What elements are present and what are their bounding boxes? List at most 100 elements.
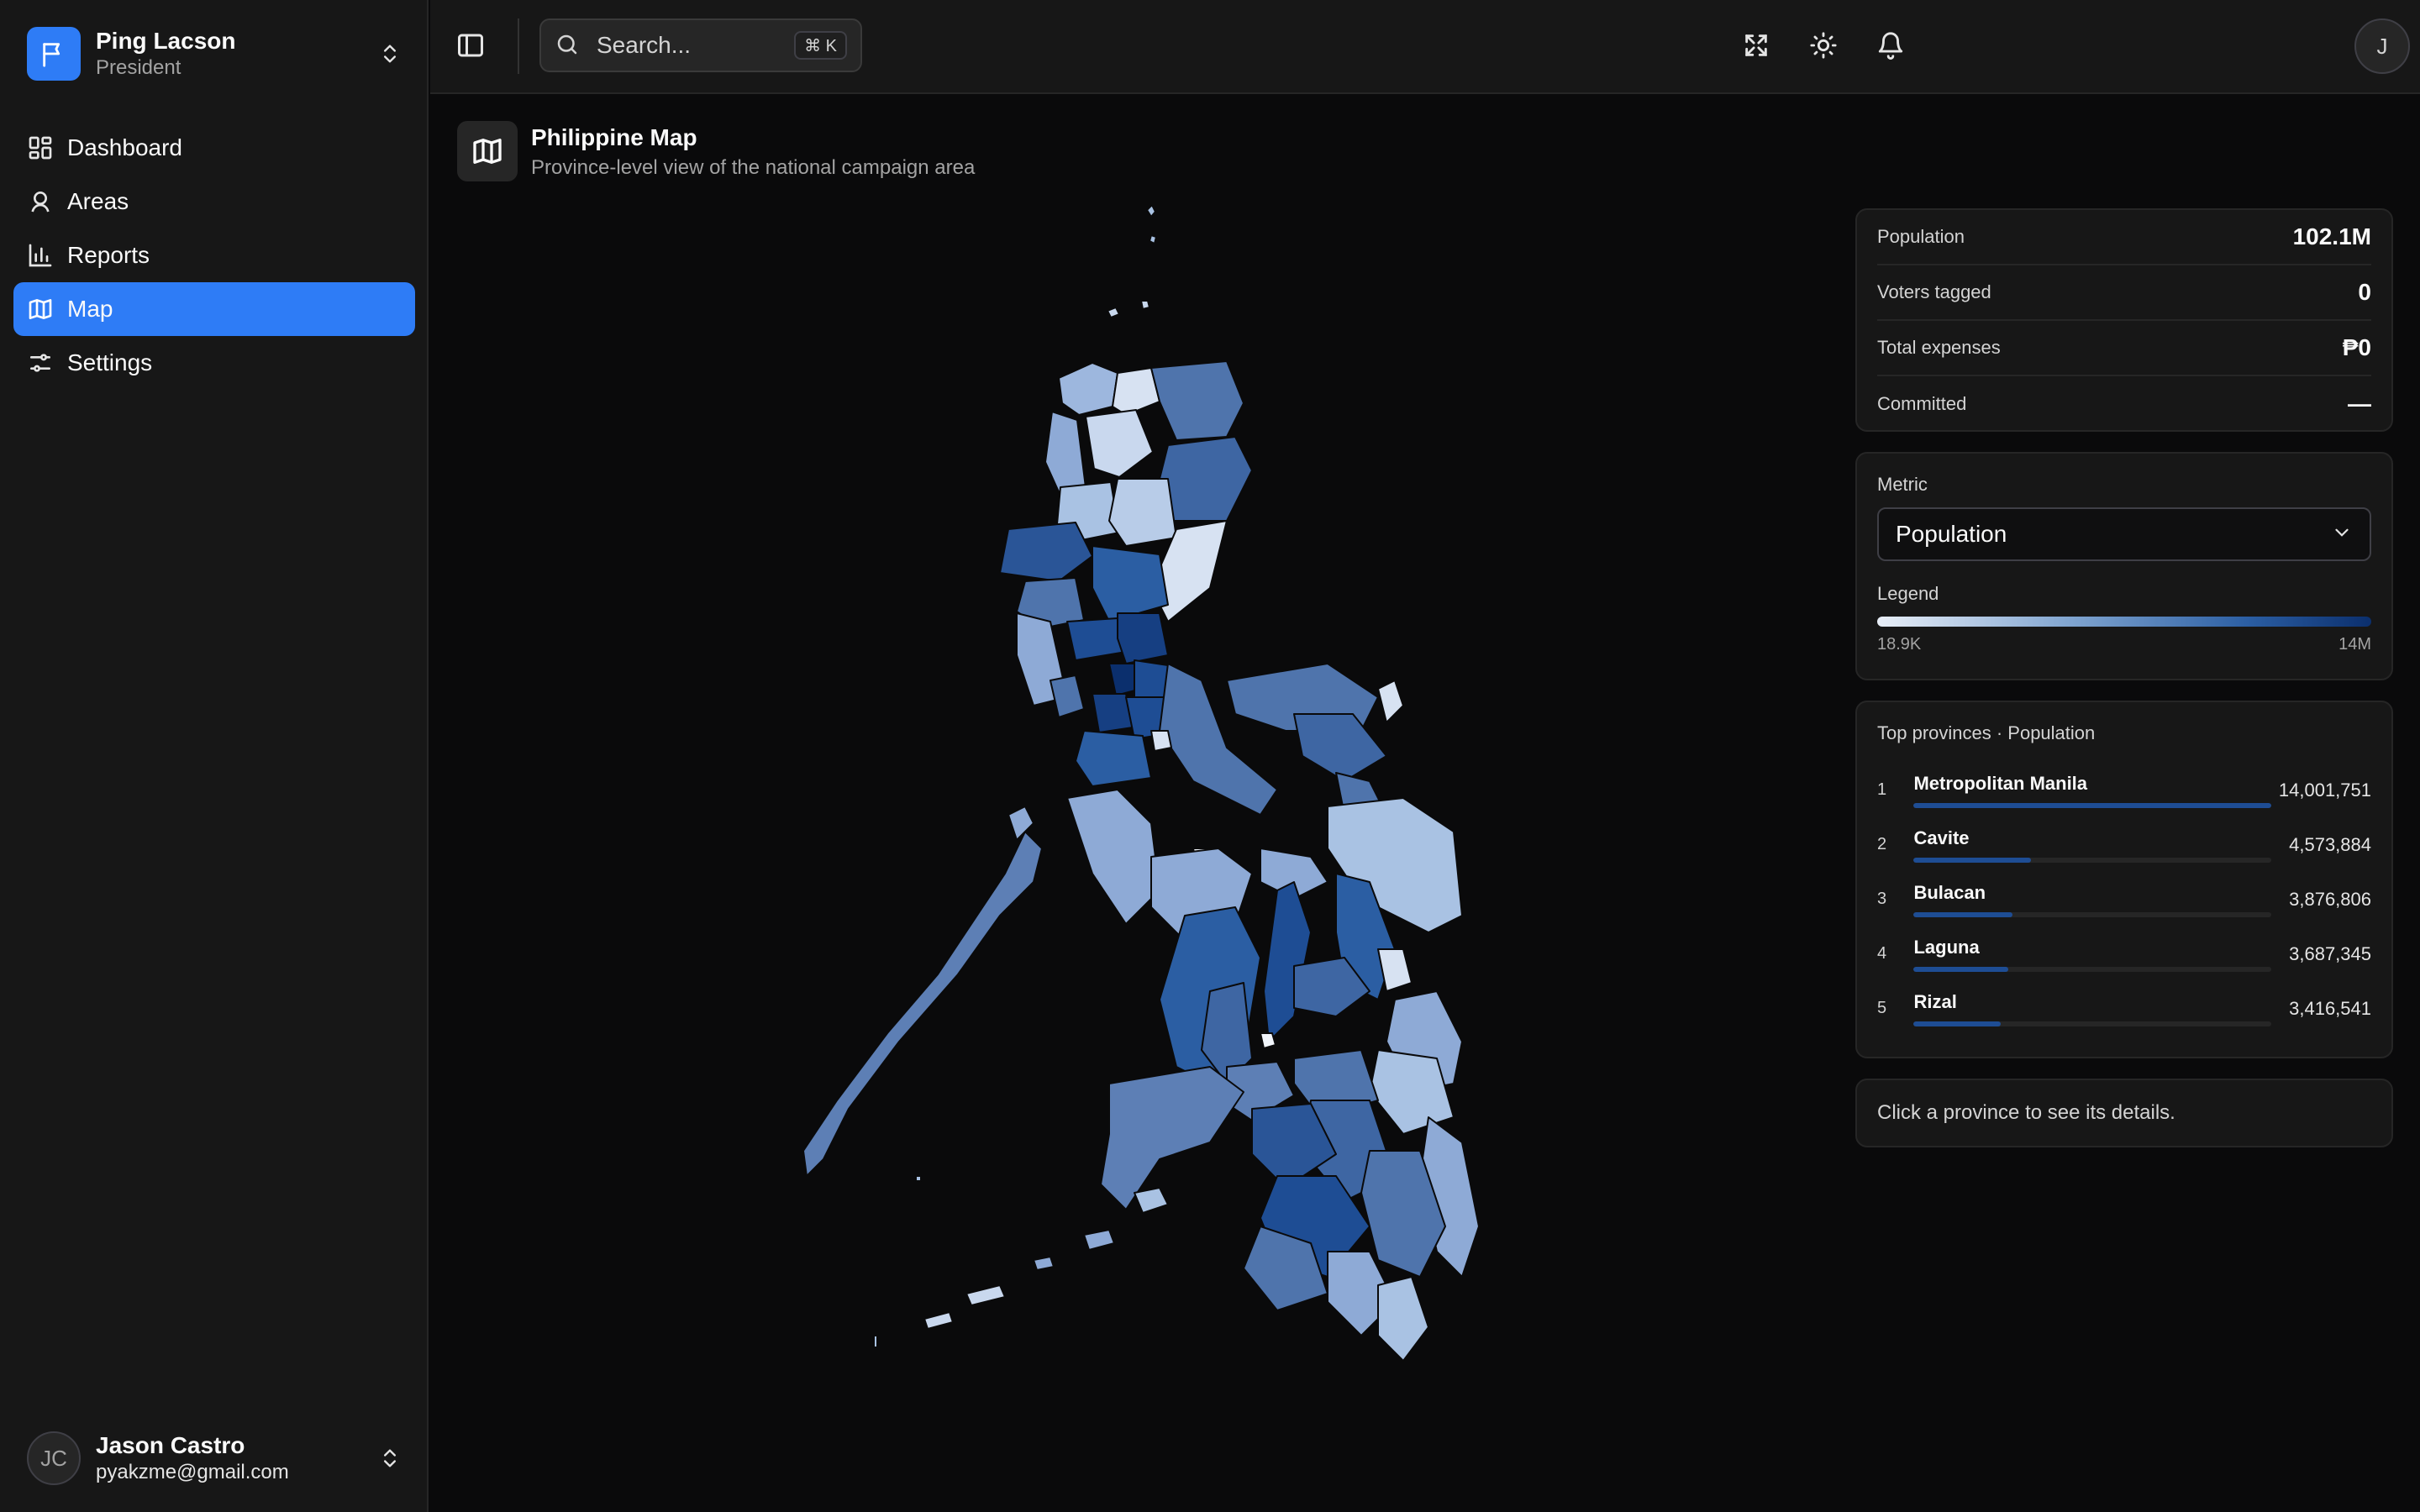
province-bar-track <box>1913 802 2272 808</box>
legend-min: 18.9K <box>1877 635 1922 654</box>
search-icon <box>555 32 581 59</box>
nav-item-settings[interactable]: Settings <box>13 336 415 390</box>
nav-label: Dashboard <box>67 134 182 160</box>
metric-selected-value: Population <box>1896 521 2007 547</box>
avatar: JC <box>27 1431 81 1485</box>
stat-row-committed: Committed — <box>1877 376 2371 432</box>
province-marinduque <box>1150 730 1172 752</box>
team-switcher[interactable]: Ping Lacson President <box>13 15 415 92</box>
province-palawan <box>802 831 1043 1177</box>
search-placeholder: Search... <box>597 32 692 58</box>
dashboard-icon <box>27 134 54 161</box>
stat-label: Total expenses <box>1877 337 2001 358</box>
sidebar-toggle-icon[interactable] <box>455 30 489 64</box>
legend-max: 14M <box>2338 635 2371 654</box>
province-row[interactable]: 1 Metropolitan Manila 14,001,751 <box>1877 763 2371 817</box>
legend-label: Legend <box>1877 583 1939 604</box>
province-sarangani <box>1377 1276 1429 1362</box>
stat-value: 102.1M <box>2292 223 2371 249</box>
province-batanes <box>1146 204 1157 244</box>
metric-label: Metric <box>1877 474 1928 495</box>
province-row[interactable]: 4 Laguna 3,687,345 <box>1877 927 2371 981</box>
province-zamboanga <box>1100 1066 1244 1210</box>
province-ifugao-nueva-vizcaya <box>1108 478 1177 547</box>
province-value: 14,001,751 <box>2278 779 2371 801</box>
header-avatar[interactable]: J <box>2354 18 2410 74</box>
stat-label: Committed <box>1877 393 1967 414</box>
metric-panel: Metric Population Legend 18.9K 14M <box>1855 452 2393 680</box>
search-input[interactable]: Search... ⌘ K <box>539 18 862 72</box>
province-babuyan <box>1107 300 1150 318</box>
province-value: 3,416,541 <box>2289 997 2371 1019</box>
user-menu[interactable]: JC Jason Castro pyakzme@gmail.com <box>13 1420 415 1497</box>
province-rank: 5 <box>1877 999 1887 1017</box>
metric-select[interactable]: Population <box>1877 507 2371 561</box>
legend-gradient-bar <box>1877 617 2371 627</box>
sidebar: Ping Lacson President Dashboard Areas Re… <box>0 0 429 1512</box>
province-abra-kalinga <box>1085 409 1154 478</box>
province-value: 4,573,884 <box>2289 833 2371 855</box>
province-ilocos-sur <box>1044 411 1086 496</box>
province-bar-track <box>1913 966 2272 972</box>
chevrons-up-down-icon <box>378 42 402 66</box>
province-catanduanes <box>1377 680 1404 723</box>
province-bar-fill <box>1913 857 2031 863</box>
province-rank: 1 <box>1877 780 1887 799</box>
chevron-down-icon <box>2331 522 2353 548</box>
province-nueva-ecija <box>1092 545 1169 622</box>
province-rizal <box>1134 659 1169 700</box>
province-bar-fill <box>1913 911 2013 917</box>
province-name: Laguna <box>1913 936 1980 958</box>
province-bar-fill <box>1913 802 2272 808</box>
top-provinces-panel: Top provinces · Population 1 Metropolita… <box>1855 701 2393 1058</box>
top-provinces-title: Top provinces · Population <box>1877 722 2096 743</box>
province-row[interactable]: 3 Bulacan 3,876,806 <box>1877 872 2371 927</box>
stat-value: ₱0 <box>2342 334 2371 360</box>
province-row[interactable]: 5 Rizal 3,416,541 <box>1877 981 2371 1036</box>
stat-row-voters-tagged: Voters tagged 0 <box>1877 265 2371 321</box>
stat-label: Population <box>1877 226 1965 247</box>
province-name: Cavite <box>1913 827 1970 848</box>
hint-text: Click a province to see its details. <box>1877 1101 2175 1124</box>
province-details-hint: Click a province to see its details. <box>1855 1079 2393 1147</box>
flag-icon <box>27 27 81 81</box>
province-bar-fill <box>1913 966 2008 972</box>
province-bar-track <box>1913 911 2272 917</box>
main-nav: Dashboard Areas Reports Map Settings <box>13 121 415 390</box>
notifications-button[interactable] <box>1869 25 1912 69</box>
province-isabela <box>1159 436 1253 522</box>
nav-label: Map <box>67 296 113 322</box>
province-camarines-sur <box>1293 713 1387 782</box>
map-icon <box>457 121 518 181</box>
nav-item-reports[interactable]: Reports <box>13 228 415 282</box>
nav-item-areas[interactable]: Areas <box>13 175 415 228</box>
fullscreen-button[interactable] <box>1734 25 1778 69</box>
province-small-islet <box>873 1175 922 1348</box>
stat-value: 0 <box>2358 279 2371 305</box>
user-name: Jason Castro <box>96 1432 245 1458</box>
province-cagayan <box>1150 360 1244 441</box>
stat-label: Voters tagged <box>1877 281 1991 302</box>
province-name: Bulacan <box>1913 881 1986 903</box>
keyboard-shortcut: ⌘ K <box>794 31 847 60</box>
philippine-map[interactable] <box>756 193 1512 1369</box>
top-provinces-list: 1 Metropolitan Manila 14,001,751 2 Cavit… <box>1877 763 2371 1036</box>
theme-toggle-button[interactable] <box>1802 25 1845 69</box>
map-pin-icon <box>27 188 54 215</box>
team-name: Ping Lacson <box>96 28 236 54</box>
nav-item-dashboard[interactable]: Dashboard <box>13 121 415 175</box>
sliders-icon <box>27 349 54 376</box>
province-value: 3,687,345 <box>2289 942 2371 964</box>
province-batangas <box>1075 730 1152 787</box>
nav-label: Areas <box>67 188 129 214</box>
province-bataan <box>1050 675 1085 718</box>
top-bar: Search... ⌘ K J <box>430 0 2420 94</box>
province-calamian <box>1007 806 1034 841</box>
province-tawi-tawi <box>923 1284 1006 1330</box>
map-icon <box>27 296 54 323</box>
province-bar-track <box>1913 857 2272 863</box>
bell-icon <box>1876 31 1905 64</box>
province-basilan <box>1134 1187 1169 1214</box>
province-row[interactable]: 2 Cavite 4,573,884 <box>1877 817 2371 872</box>
nav-item-map[interactable]: Map <box>13 282 415 336</box>
